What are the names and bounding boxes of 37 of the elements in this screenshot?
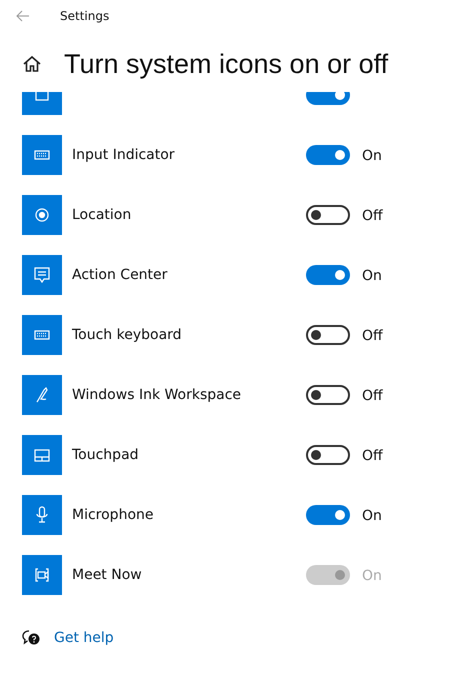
page-title: Turn system icons on or off xyxy=(64,48,388,80)
item-label: Location xyxy=(72,207,132,223)
item-label: Touch keyboard xyxy=(72,327,183,343)
keyboard-icon xyxy=(22,135,62,175)
toggle-switch[interactable] xyxy=(306,385,350,405)
toggle-switch[interactable] xyxy=(306,325,350,345)
toggle-state: Off xyxy=(362,328,383,344)
toggle-state: Off xyxy=(362,448,383,464)
location-icon xyxy=(22,195,62,235)
help-link[interactable]: Get help xyxy=(54,630,114,646)
toggle-state: On xyxy=(362,148,382,164)
message-icon xyxy=(22,255,62,295)
help-icon xyxy=(22,630,40,646)
toggle-switch[interactable] xyxy=(306,445,350,465)
item-label: Microphone xyxy=(72,507,154,523)
pen-icon xyxy=(22,375,62,415)
item-label: Windows Ink Workspace xyxy=(72,387,242,403)
toggle-state: Off xyxy=(362,208,383,224)
video-icon xyxy=(22,555,62,595)
microphone-icon xyxy=(22,495,62,535)
item-label: Touchpad xyxy=(72,447,140,463)
back-icon[interactable] xyxy=(16,10,30,22)
touchpad-icon xyxy=(22,435,62,475)
home-icon[interactable] xyxy=(22,54,42,74)
window-title: Settings xyxy=(60,9,110,23)
toggle-switch[interactable] xyxy=(306,205,350,225)
toggle-switch[interactable] xyxy=(306,505,350,525)
toggle-state: On xyxy=(362,268,382,284)
toggle-state: On xyxy=(362,568,382,584)
item-label: Action Center xyxy=(72,267,168,283)
toggle-state: Off xyxy=(362,388,383,404)
item-label: Input Indicator xyxy=(72,147,176,163)
toggle-state: On xyxy=(362,508,382,524)
toggle-switch[interactable] xyxy=(306,145,350,165)
item-label: Meet Now xyxy=(72,567,143,583)
toggle-switch[interactable] xyxy=(306,265,350,285)
keyboard-icon xyxy=(22,315,62,355)
